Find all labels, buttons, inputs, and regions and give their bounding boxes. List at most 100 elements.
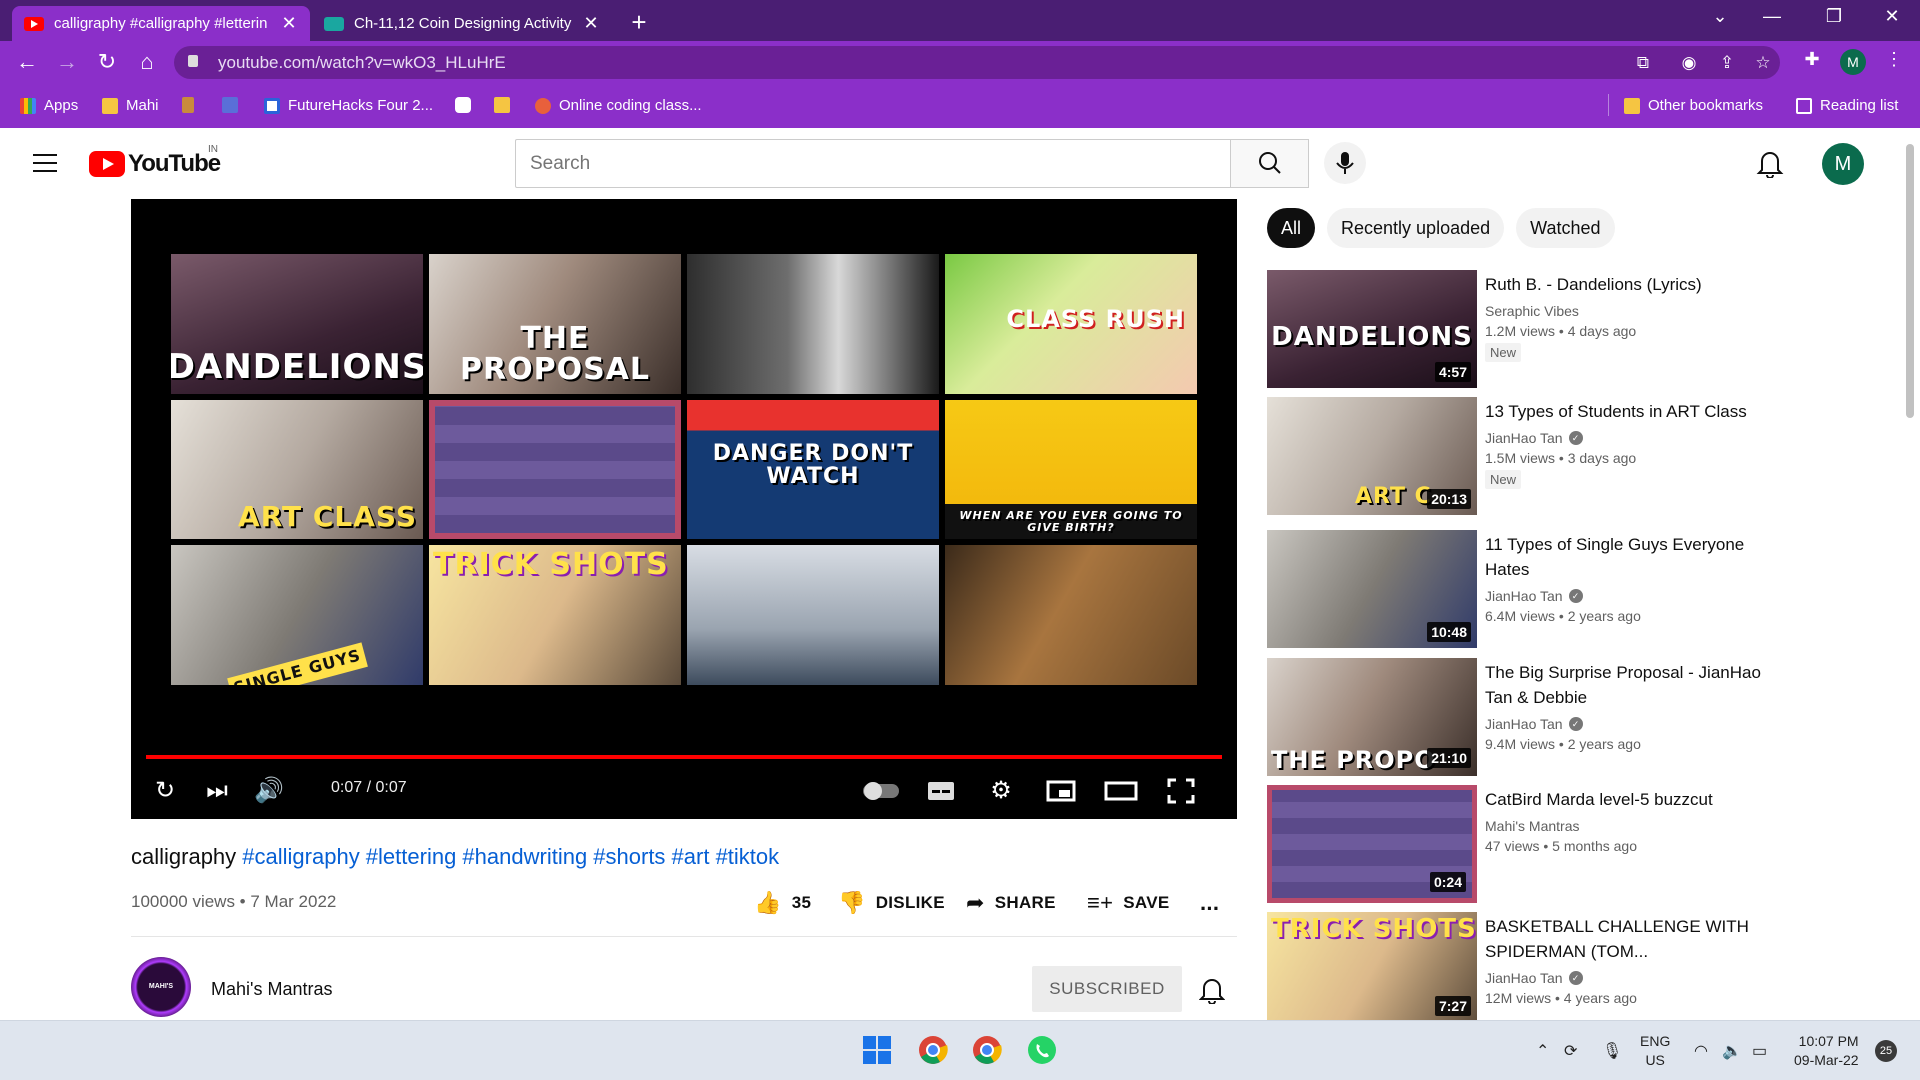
bookmark-futurehacks[interactable]: FutureHacks Four 2... — [264, 97, 433, 114]
close-tab-icon[interactable]: ✕ — [280, 13, 298, 34]
channel-name[interactable]: Mahi's Mantras — [211, 979, 332, 1000]
language-indicator[interactable]: ENG US — [1640, 1032, 1670, 1070]
next-video-icon[interactable]: ⏭ — [197, 771, 237, 811]
chip-recently-uploaded[interactable]: Recently uploaded — [1327, 208, 1505, 248]
page-scrollbar[interactable] — [1906, 144, 1914, 418]
recommended-video[interactable]: ART C 20:13 13 Types of Students in ART … — [1267, 397, 1787, 515]
tab-search-chevron-icon[interactable]: ⌄ — [1700, 6, 1740, 27]
volume-icon[interactable]: 🔊 — [249, 771, 289, 811]
account-avatar[interactable]: M — [1822, 143, 1864, 185]
recommended-video[interactable]: 0:24 CatBird Marda level-5 buzzcut Mahi'… — [1267, 785, 1787, 903]
tray-microphone-icon[interactable]: 🎙 — [1602, 1041, 1622, 1061]
eye-icon[interactable]: ◉ — [1676, 53, 1702, 73]
share-icon[interactable]: ⇪ — [1714, 53, 1740, 73]
channel-name[interactable]: Mahi's Mantras — [1485, 818, 1579, 834]
autoplay-toggle[interactable] — [861, 771, 901, 811]
replay-icon[interactable]: ↻ — [145, 771, 185, 811]
extensions-puzzle-icon[interactable]: ✚ — [1798, 49, 1826, 70]
subscribed-button[interactable]: SUBSCRIBED — [1032, 966, 1182, 1012]
settings-gear-icon[interactable]: ⚙ — [981, 771, 1021, 811]
end-screen-video[interactable]: WHEN ARE YOU EVER GOING TO GIVE BIRTH? — [945, 399, 1197, 540]
miniplayer-icon[interactable] — [1041, 771, 1081, 811]
subtitles-icon[interactable] — [921, 771, 961, 811]
video-thumbnail[interactable]: ART C 20:13 — [1267, 397, 1477, 515]
bookmark-star-icon[interactable]: ☆ — [1750, 53, 1776, 73]
whatsapp-icon[interactable] — [1025, 1033, 1059, 1067]
save-button[interactable]: ≡+ SAVE — [1087, 890, 1170, 916]
end-screen-video[interactable]: DANDELIONS — [171, 254, 423, 394]
channel-name[interactable]: JianHao Tan — [1485, 430, 1563, 446]
end-screen-video[interactable]: TRICK SHOTS — [429, 545, 681, 685]
fullscreen-icon[interactable] — [1161, 771, 1201, 811]
open-in-app-icon[interactable]: ⧉ — [1630, 53, 1656, 73]
progress-bar[interactable] — [146, 755, 1222, 759]
bookmark-apps[interactable]: Apps — [20, 97, 78, 114]
reading-list[interactable]: Reading list — [1796, 97, 1898, 114]
end-screen-video[interactable]: CLASS RUSH — [945, 254, 1197, 394]
end-screen-video[interactable] — [945, 545, 1197, 685]
search-input[interactable] — [515, 139, 1231, 188]
system-clock[interactable]: 10:07 PM 09-Mar-22 — [1794, 1032, 1859, 1070]
bookmark-mahi[interactable]: Mahi — [102, 97, 159, 114]
channel-name[interactable]: JianHao Tan — [1485, 716, 1563, 732]
bookmark-other[interactable]: Other bookmarks — [1624, 97, 1763, 114]
like-button[interactable]: 👍 35 — [754, 890, 811, 916]
video-title[interactable]: BASKETBALL CHALLENGE WITH SPIDERMAN (TOM… — [1485, 914, 1785, 964]
tray-overflow-chevron-icon[interactable]: ⌃ — [1536, 1041, 1549, 1061]
end-screen-video[interactable] — [429, 399, 681, 540]
battery-icon[interactable]: ▭ — [1752, 1041, 1767, 1061]
video-title[interactable]: CatBird Marda level-5 buzzcut — [1485, 787, 1785, 812]
dislike-button[interactable]: 👎 DISLIKE — [838, 890, 945, 916]
chrome-icon[interactable] — [916, 1033, 950, 1067]
chip-all[interactable]: All — [1267, 208, 1316, 248]
chip-watched[interactable]: Watched — [1516, 208, 1615, 248]
bookmark-classroom[interactable] — [494, 97, 518, 113]
home-icon[interactable]: ⌂ — [132, 49, 162, 75]
notifications-bell-icon[interactable] — [1756, 148, 1784, 178]
search-button[interactable] — [1230, 139, 1309, 188]
video-title[interactable]: 11 Types of Single Guys Everyone Hates — [1485, 532, 1785, 582]
video-player[interactable]: DANDELIONS THE PROPOSAL CLASS RUSH ART C… — [131, 199, 1237, 819]
sync-icon[interactable]: ⟳ — [1564, 1041, 1577, 1061]
close-tab-icon[interactable]: ✕ — [582, 13, 600, 34]
channel-name[interactable]: JianHao Tan — [1485, 970, 1563, 986]
notification-badge[interactable]: 25 — [1875, 1040, 1897, 1062]
end-screen-video[interactable]: DANGER DON'T WATCH — [687, 399, 939, 540]
recommended-video[interactable]: TRICK SHOTS 7:27 BASKETBALL CHALLENGE WI… — [1267, 912, 1787, 1020]
reload-icon[interactable]: ↻ — [92, 49, 122, 75]
bookmark-feather[interactable] — [182, 97, 202, 113]
browser-profile-avatar[interactable]: M — [1840, 49, 1866, 75]
recommended-video[interactable]: DANDELIONS 4:57 Ruth B. - Dandelions (Ly… — [1267, 270, 1787, 388]
bookmark-coding-class[interactable]: Online coding class... — [535, 97, 702, 114]
theater-mode-icon[interactable] — [1101, 771, 1141, 811]
end-screen-video[interactable]: THE PROPOSAL — [429, 254, 681, 394]
end-screen-video[interactable] — [687, 254, 939, 394]
hamburger-menu-icon[interactable] — [33, 154, 57, 172]
title-hashtags[interactable]: #calligraphy #lettering #handwriting #sh… — [242, 844, 779, 869]
share-button[interactable]: ➦ SHARE — [966, 890, 1056, 916]
video-thumbnail[interactable]: 10:48 — [1267, 530, 1477, 648]
end-screen-video[interactable]: ART CLASS — [171, 399, 423, 540]
video-thumbnail[interactable]: 0:24 — [1267, 785, 1477, 903]
tab-coin-activity[interactable]: Ch-11,12 Coin Designing Activity ✕ — [312, 6, 612, 41]
wifi-icon[interactable]: ◠ — [1694, 1041, 1708, 1061]
recommended-video[interactable]: 10:48 11 Types of Single Guys Everyone H… — [1267, 530, 1787, 648]
maximize-button[interactable]: ❐ — [1814, 6, 1854, 27]
address-bar[interactable]: youtube.com/watch?v=wkO3_HLuHrE ⧉ ◉ ⇪ ☆ — [174, 46, 1780, 79]
end-screen-video[interactable]: SINGLE GUYS — [171, 545, 423, 685]
channel-name[interactable]: JianHao Tan — [1485, 588, 1563, 604]
channel-name[interactable]: Seraphic Vibes — [1485, 303, 1579, 319]
more-actions-icon[interactable]: ... — [1200, 890, 1219, 916]
video-thumbnail[interactable]: TRICK SHOTS 7:27 — [1267, 912, 1477, 1020]
url-text[interactable]: youtube.com/watch?v=wkO3_HLuHrE — [218, 53, 506, 73]
minimize-button[interactable]: — — [1752, 6, 1792, 27]
video-title[interactable]: 13 Types of Students in ART Class — [1485, 399, 1785, 424]
youtube-logo[interactable]: YouTube IN — [89, 144, 221, 178]
channel-bell-icon[interactable] — [1199, 976, 1225, 1004]
windows-start-icon[interactable] — [860, 1033, 894, 1067]
browser-menu-icon[interactable]: ⋮ — [1880, 49, 1908, 70]
forward-arrow-icon[interactable]: → — [52, 49, 82, 75]
channel-avatar[interactable]: MAHI'S MANTRAS — [131, 957, 191, 1050]
chrome-profile-icon[interactable] — [970, 1033, 1004, 1067]
tab-youtube[interactable]: calligraphy #calligraphy #letterin ✕ — [12, 6, 310, 41]
